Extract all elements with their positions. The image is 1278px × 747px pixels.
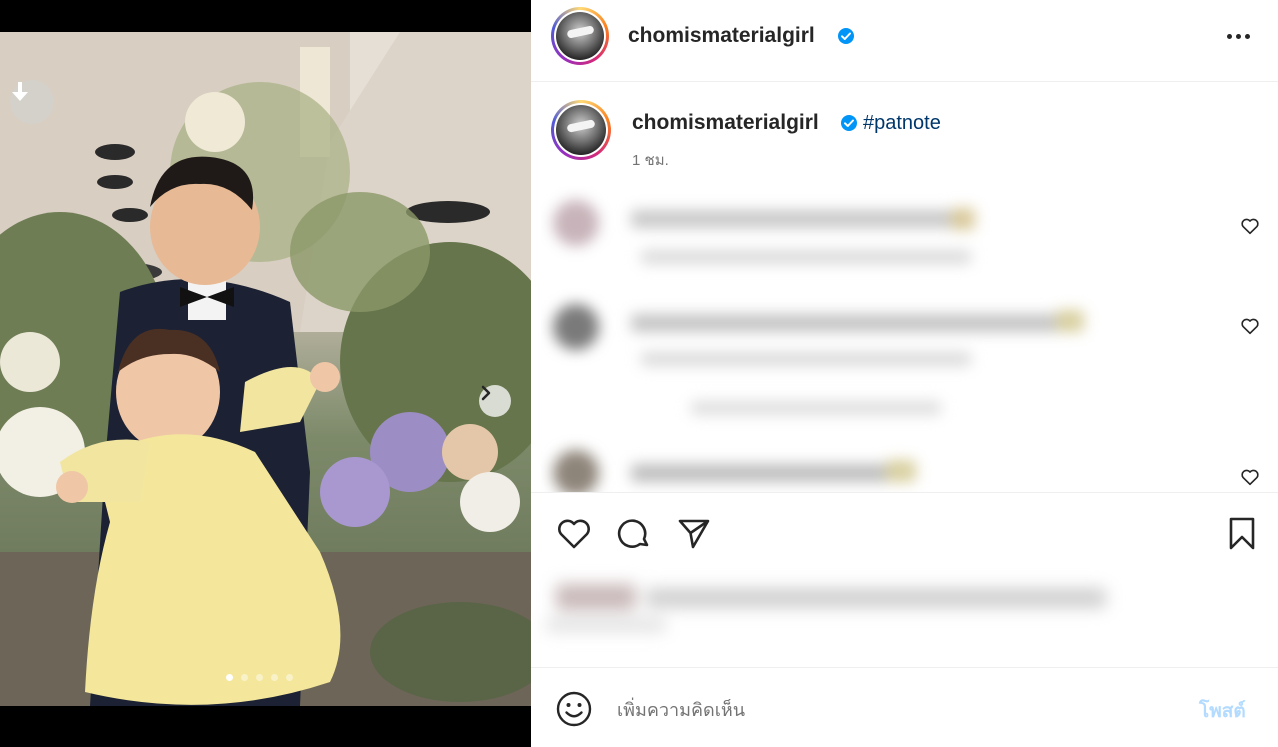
- download-button[interactable]: [10, 80, 54, 124]
- post-photo[interactable]: [0, 32, 531, 706]
- comment-bubble-icon[interactable]: [614, 513, 654, 553]
- post-header: chomismaterialgirl: [531, 0, 1278, 82]
- post-detail-panel: chomismaterialgirl chomismaterialgirl #p…: [531, 0, 1278, 747]
- post-comment-button[interactable]: โพสต์: [1199, 696, 1246, 726]
- chevron-right-icon: [481, 385, 491, 401]
- comment-input[interactable]: [617, 694, 1177, 726]
- carousel-dot: [241, 674, 248, 681]
- header-username[interactable]: chomismaterialgirl: [628, 24, 815, 48]
- smiley-icon[interactable]: [555, 690, 593, 728]
- comment-like-icon[interactable]: [1239, 315, 1261, 337]
- carousel-next-button[interactable]: [479, 385, 511, 417]
- post-media: [0, 0, 531, 747]
- caption-avatar[interactable]: [551, 100, 611, 160]
- carousel-dot: [271, 674, 278, 681]
- more-options-button[interactable]: [1223, 24, 1253, 48]
- comment-item: [541, 286, 1278, 426]
- verified-badge-icon: [838, 28, 854, 44]
- comment-like-icon[interactable]: [1239, 466, 1261, 488]
- comment-composer: โพสต์: [531, 667, 1278, 747]
- carousel-dot: [286, 674, 293, 681]
- comment-item: [541, 436, 1278, 492]
- caption-username[interactable]: chomismaterialgirl: [632, 111, 819, 135]
- carousel-dot: [256, 674, 263, 681]
- likes-summary: [536, 568, 1176, 640]
- caption-timestamp: 1 ชม.: [632, 152, 669, 169]
- carousel-indicator: [226, 674, 293, 681]
- avatar[interactable]: [551, 7, 609, 65]
- comment-list: [541, 186, 1278, 492]
- verified-badge-icon: [841, 115, 857, 131]
- bookmark-icon[interactable]: [1222, 513, 1262, 553]
- heart-icon[interactable]: [554, 513, 594, 553]
- comment-like-icon[interactable]: [1239, 215, 1261, 237]
- paper-plane-icon[interactable]: [674, 513, 714, 553]
- download-icon: [12, 82, 28, 101]
- more-horizontal-icon: [1226, 33, 1232, 39]
- comment-item: [541, 186, 1278, 286]
- carousel-dot: [226, 674, 233, 681]
- photo-illustration: [0, 32, 531, 706]
- caption-hashtag[interactable]: #patnote: [863, 112, 941, 135]
- post-action-bar: [531, 492, 1278, 568]
